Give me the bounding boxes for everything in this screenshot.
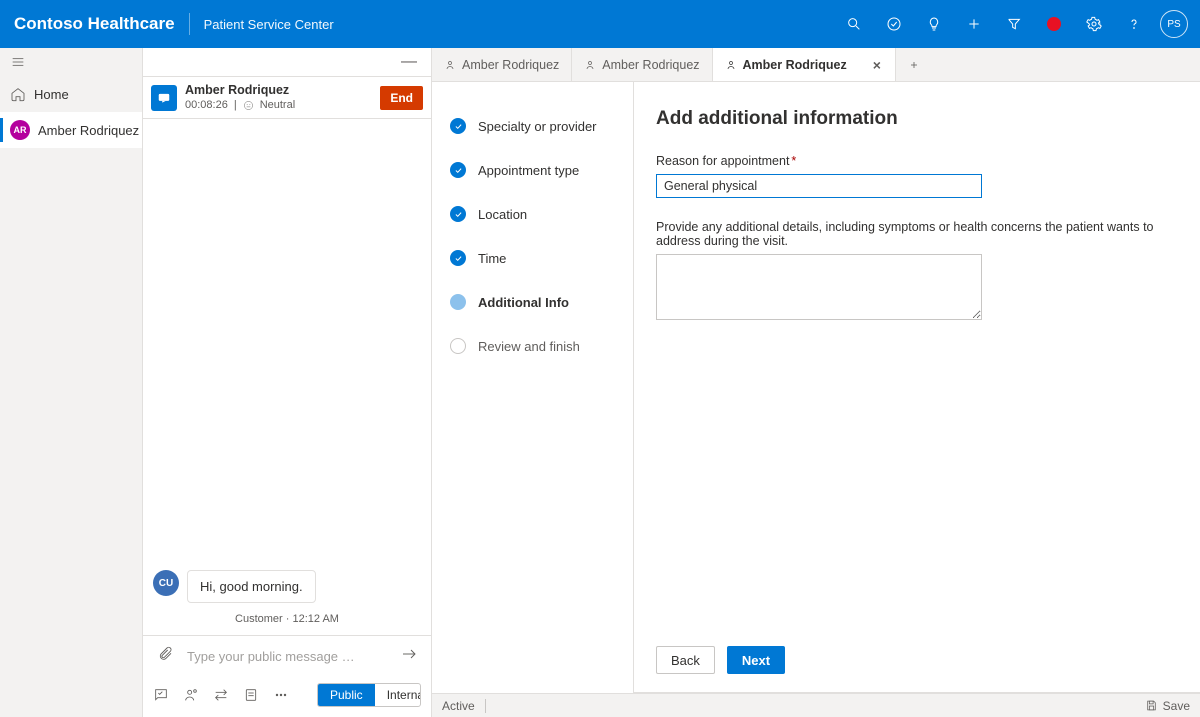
send-icon[interactable] xyxy=(401,646,417,667)
record-tab[interactable]: Amber Rodriquez xyxy=(572,48,712,81)
tab-label: Amber Rodriquez xyxy=(462,58,559,72)
end-session-button[interactable]: End xyxy=(380,86,423,110)
reason-label: Reason for appointment* xyxy=(656,154,1180,168)
step-appointment-type[interactable]: Appointment type xyxy=(450,148,633,192)
tab-label: Amber Rodriquez xyxy=(602,58,699,72)
sentiment-neutral-icon xyxy=(243,100,254,111)
task-check-icon[interactable] xyxy=(874,0,914,48)
attach-icon[interactable] xyxy=(157,646,173,667)
record-tab-active[interactable]: Amber Rodriquez × xyxy=(713,48,896,81)
save-label: Save xyxy=(1163,699,1190,713)
settings-gear-icon[interactable] xyxy=(1074,0,1114,48)
work-area: Amber Rodriquez Amber Rodriquez Amber Ro… xyxy=(432,48,1200,717)
step-location[interactable]: Location xyxy=(450,192,633,236)
save-icon xyxy=(1145,699,1158,712)
session-avatar-badge: AR xyxy=(10,120,30,140)
tab-label: Amber Rodriquez xyxy=(743,58,847,72)
chat-channel-icon xyxy=(151,85,177,111)
add-tab-button[interactable] xyxy=(896,48,932,81)
message-list[interactable]: CU Hi, good morning. Customer · 12:12 AM xyxy=(143,119,431,635)
active-session-header: Amber Rodriquez 00:08:26 | Neutral End xyxy=(143,76,431,119)
consult-icon[interactable] xyxy=(183,687,199,703)
message-input[interactable] xyxy=(185,648,389,665)
nav-session-label: Amber Rodriquez xyxy=(38,123,139,138)
close-tab-icon[interactable]: × xyxy=(871,57,883,73)
wizard-steps: Specialty or provider Appointment type L… xyxy=(432,82,634,693)
status-active-label: Active xyxy=(442,699,475,713)
message-meta: Customer · 12:12 AM xyxy=(153,613,421,625)
nav-hamburger-icon[interactable] xyxy=(0,48,142,76)
status-separator xyxy=(485,699,486,713)
app-subtitle: Patient Service Center xyxy=(204,17,334,32)
left-nav-rail: Home AR Amber Rodriquez xyxy=(0,48,143,717)
details-textarea[interactable] xyxy=(656,254,982,320)
wizard-form: Add additional information Reason for ap… xyxy=(634,82,1200,693)
more-icon[interactable] xyxy=(273,687,289,703)
notes-icon[interactable] xyxy=(243,687,259,703)
person-icon xyxy=(444,59,456,71)
session-sentiment: Neutral xyxy=(260,99,295,113)
message-composer: Public Internal xyxy=(143,635,431,717)
help-icon[interactable] xyxy=(1114,0,1154,48)
toggle-public[interactable]: Public xyxy=(318,684,375,706)
record-tab[interactable]: Amber Rodriquez xyxy=(432,48,572,81)
session-timer: 00:08:26 xyxy=(185,99,228,113)
conversation-panel: — Amber Rodriquez 00:08:26 | Neutral End… xyxy=(143,48,432,717)
session-name: Amber Rodriquez xyxy=(185,83,372,99)
header-divider xyxy=(189,13,190,35)
details-label: Provide any additional details, includin… xyxy=(656,220,1180,248)
app-header: Contoso Healthcare Patient Service Cente… xyxy=(0,0,1200,48)
lightbulb-icon[interactable] xyxy=(914,0,954,48)
quick-reply-icon[interactable] xyxy=(153,687,169,703)
nav-home-label: Home xyxy=(34,87,69,102)
reason-input[interactable] xyxy=(656,174,982,198)
conv-minimize-icon[interactable]: — xyxy=(143,48,431,76)
step-time[interactable]: Time xyxy=(450,236,633,280)
search-icon[interactable] xyxy=(834,0,874,48)
home-icon xyxy=(10,86,26,102)
add-icon[interactable] xyxy=(954,0,994,48)
person-icon xyxy=(584,59,596,71)
step-specialty[interactable]: Specialty or provider xyxy=(450,104,633,148)
brand-name: Contoso Healthcare xyxy=(14,14,175,34)
save-button[interactable]: Save xyxy=(1145,699,1190,713)
nav-session-item[interactable]: AR Amber Rodriquez xyxy=(0,112,142,148)
customer-avatar-badge: CU xyxy=(153,570,179,596)
transfer-icon[interactable] xyxy=(213,687,229,703)
record-indicator-icon[interactable] xyxy=(1034,0,1074,48)
message-bubble: Hi, good morning. xyxy=(187,570,316,603)
tab-strip: Amber Rodriquez Amber Rodriquez Amber Ro… xyxy=(432,48,1200,82)
message-row: CU Hi, good morning. xyxy=(153,570,421,603)
session-separator: | xyxy=(234,99,237,113)
status-bar: Active Save xyxy=(432,693,1200,717)
user-avatar[interactable]: PS xyxy=(1160,10,1188,38)
step-additional-info[interactable]: Additional Info xyxy=(450,280,633,324)
nav-home[interactable]: Home xyxy=(0,76,142,112)
back-button[interactable]: Back xyxy=(656,646,715,674)
step-review[interactable]: Review and finish xyxy=(450,324,633,368)
visibility-toggle[interactable]: Public Internal xyxy=(317,683,421,707)
person-icon xyxy=(725,59,737,71)
next-button[interactable]: Next xyxy=(727,646,785,674)
filter-icon[interactable] xyxy=(994,0,1034,48)
form-heading: Add additional information xyxy=(656,108,1180,130)
toggle-internal[interactable]: Internal xyxy=(375,684,421,706)
